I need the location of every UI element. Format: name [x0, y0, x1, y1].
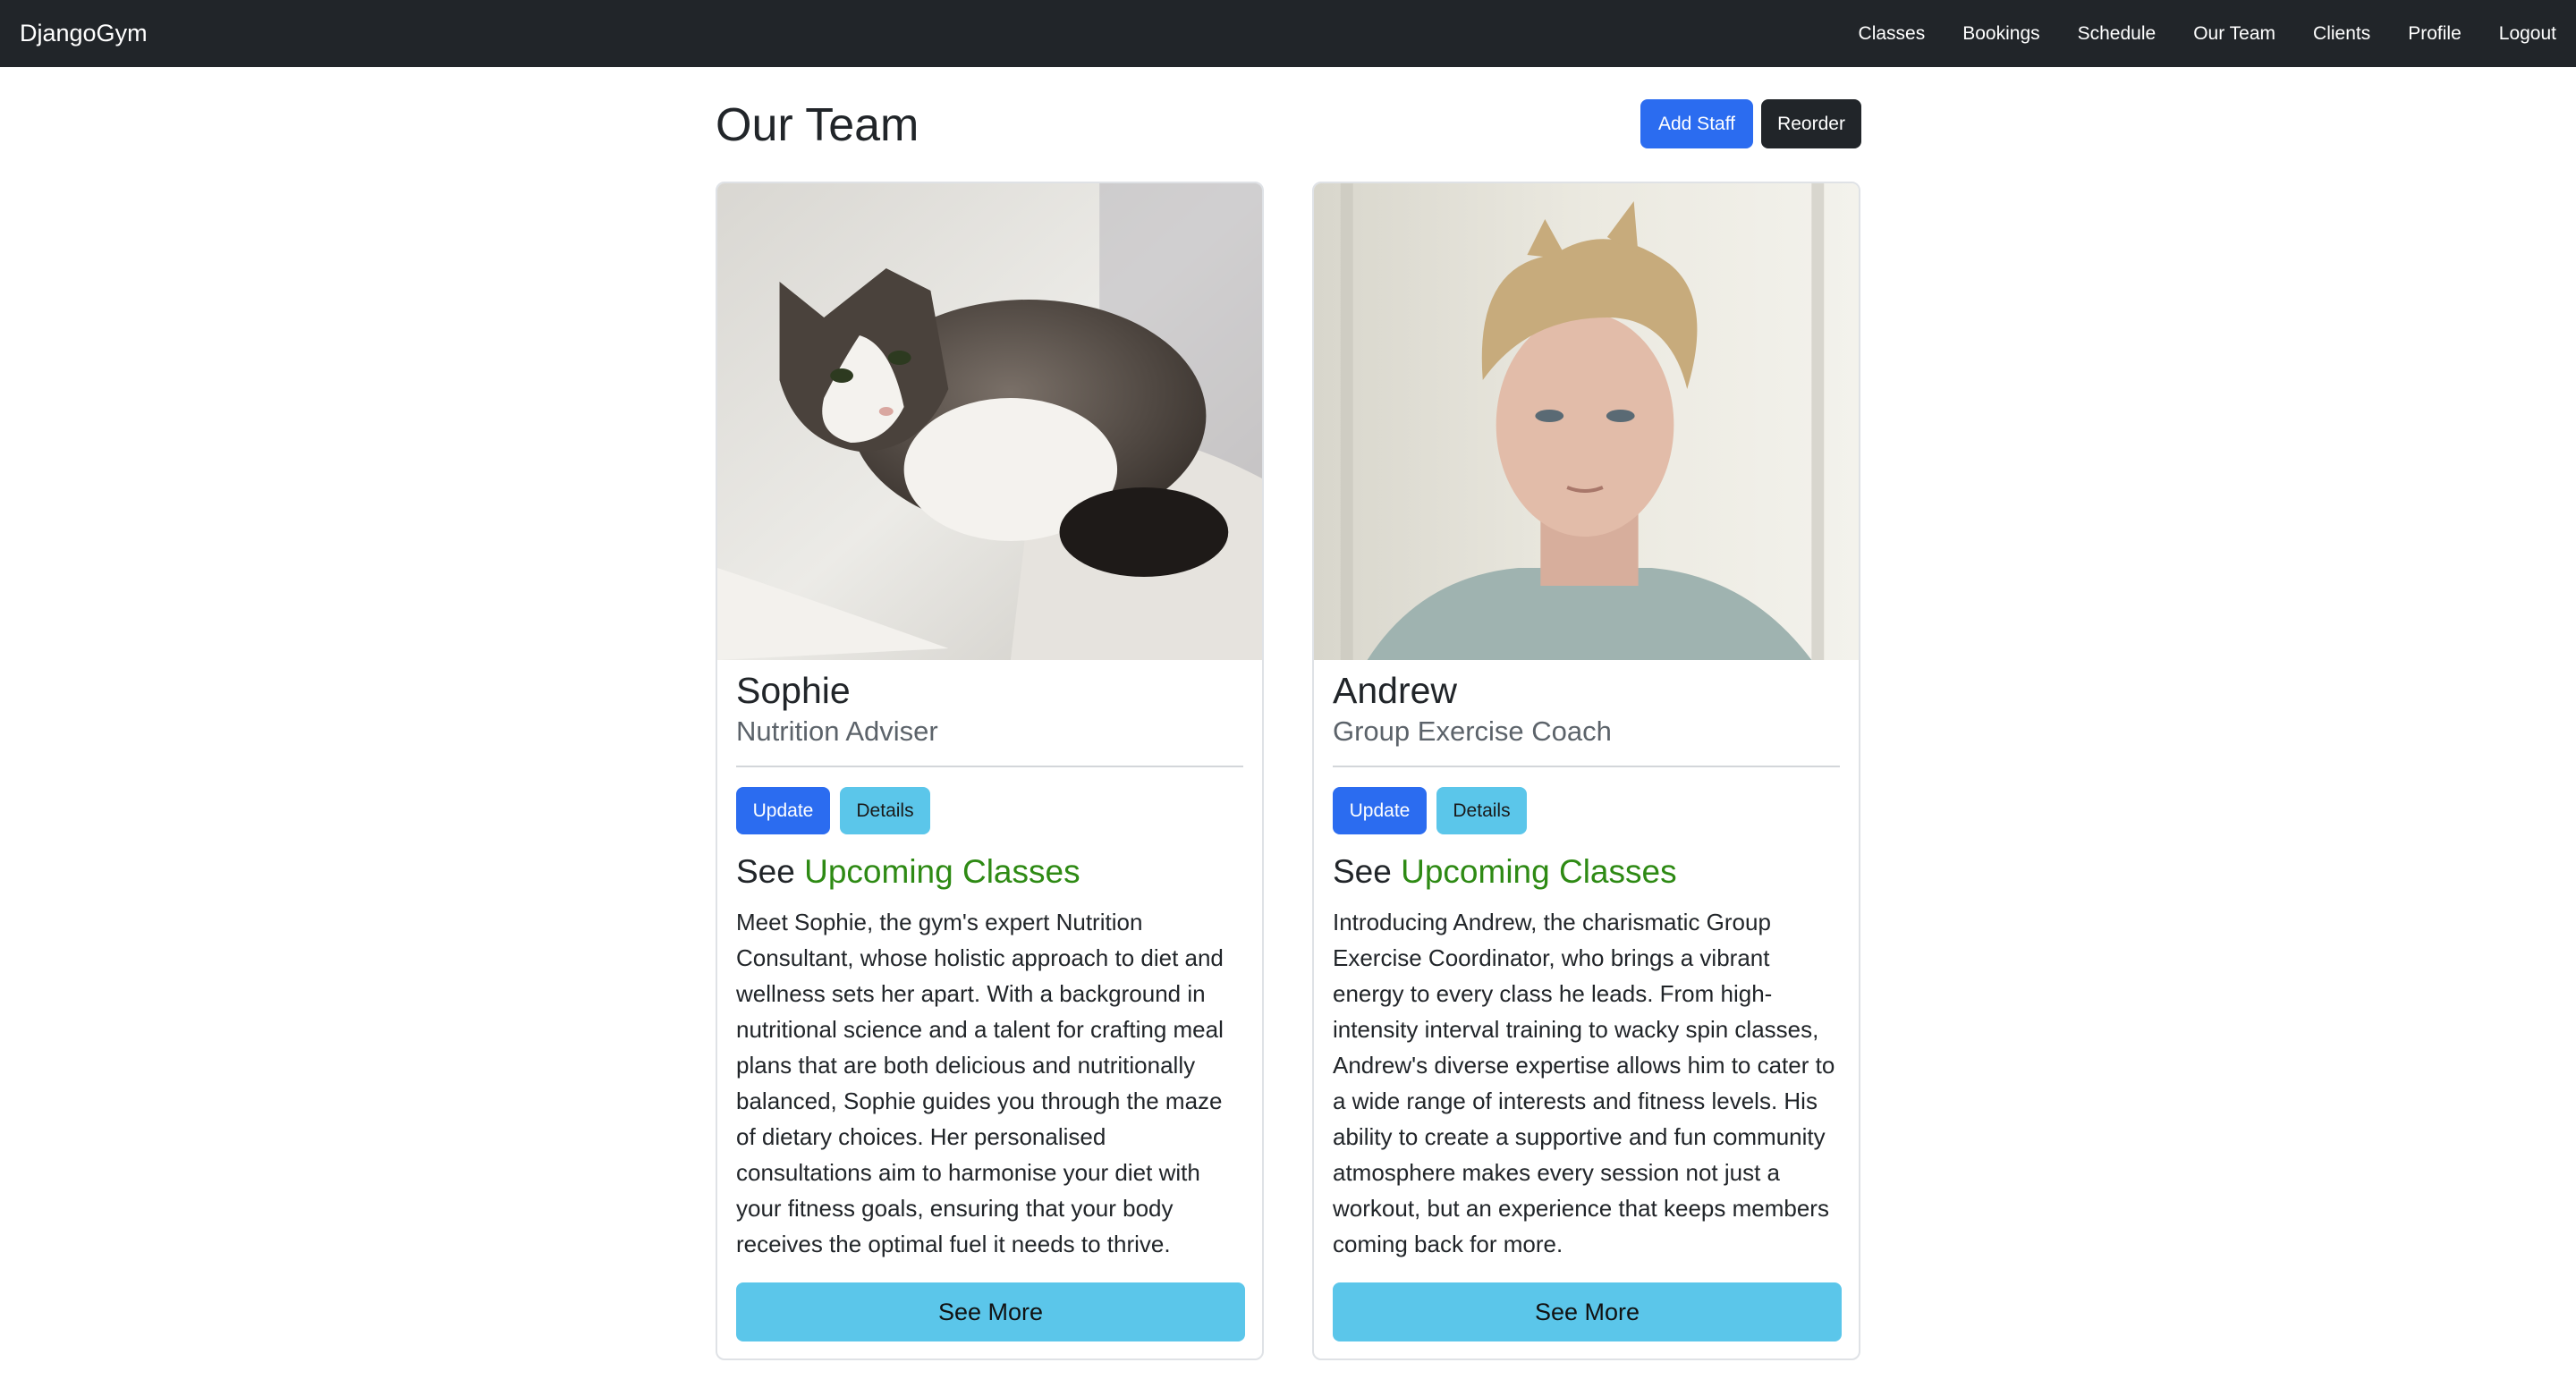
upcoming-heading: See Upcoming Classes	[1333, 851, 1840, 893]
staff-card-sophie: Sophie Nutrition Adviser Update Details …	[716, 182, 1264, 1360]
update-button[interactable]: Update	[736, 787, 830, 834]
staff-card-andrew: Andrew Group Exercise Coach Update Detai…	[1312, 182, 1860, 1360]
staff-bio: Meet Sophie, the gym's expert Nutrition …	[736, 909, 1224, 1257]
see-label: See	[1333, 853, 1392, 890]
staff-name: Sophie	[736, 670, 851, 711]
cat-photo	[717, 183, 1262, 660]
card-body: Andrew Group Exercise Coach Update Detai…	[1314, 660, 1859, 1262]
upcoming-classes-link[interactable]: Upcoming Classes	[804, 853, 1080, 890]
nav-links: Classes Bookings Schedule Our Team Clien…	[1840, 0, 2556, 67]
update-button[interactable]: Update	[1333, 787, 1427, 834]
upcoming-classes-link[interactable]: Upcoming Classes	[1401, 853, 1676, 890]
staff-name: Andrew	[1333, 670, 1458, 711]
details-button[interactable]: Details	[840, 787, 930, 834]
divider	[736, 766, 1243, 767]
add-staff-button[interactable]: Add Staff	[1640, 99, 1753, 148]
card-actions: Update Details	[736, 787, 1243, 834]
divider	[1333, 766, 1840, 767]
see-more-button[interactable]: See More	[1333, 1282, 1842, 1341]
staff-role: Nutrition Adviser	[736, 715, 938, 747]
details-button[interactable]: Details	[1436, 787, 1527, 834]
see-more-button[interactable]: See More	[736, 1282, 1245, 1341]
staff-bio: Introducing Andrew, the charismatic Grou…	[1333, 909, 1835, 1257]
navbar: DjangoGym Classes Bookings Schedule Our …	[0, 0, 2576, 67]
nav-schedule[interactable]: Schedule	[2059, 0, 2175, 67]
upcoming-heading: See Upcoming Classes	[736, 851, 1243, 893]
staff-role: Group Exercise Coach	[1333, 715, 1612, 747]
card-body: Sophie Nutrition Adviser Update Details …	[717, 660, 1262, 1262]
nav-profile[interactable]: Profile	[2389, 0, 2480, 67]
brand-link[interactable]: DjangoGym	[20, 0, 148, 67]
portrait-photo	[1314, 183, 1859, 660]
nav-logout[interactable]: Logout	[2480, 0, 2556, 67]
nav-our-team[interactable]: Our Team	[2174, 0, 2294, 67]
see-label: See	[736, 853, 795, 890]
nav-clients[interactable]: Clients	[2294, 0, 2389, 67]
nav-classes[interactable]: Classes	[1840, 0, 1945, 67]
card-actions: Update Details	[1333, 787, 1840, 834]
reorder-button[interactable]: Reorder	[1761, 99, 1861, 148]
nav-bookings[interactable]: Bookings	[1944, 0, 2058, 67]
page-title: Our Team	[716, 99, 919, 151]
